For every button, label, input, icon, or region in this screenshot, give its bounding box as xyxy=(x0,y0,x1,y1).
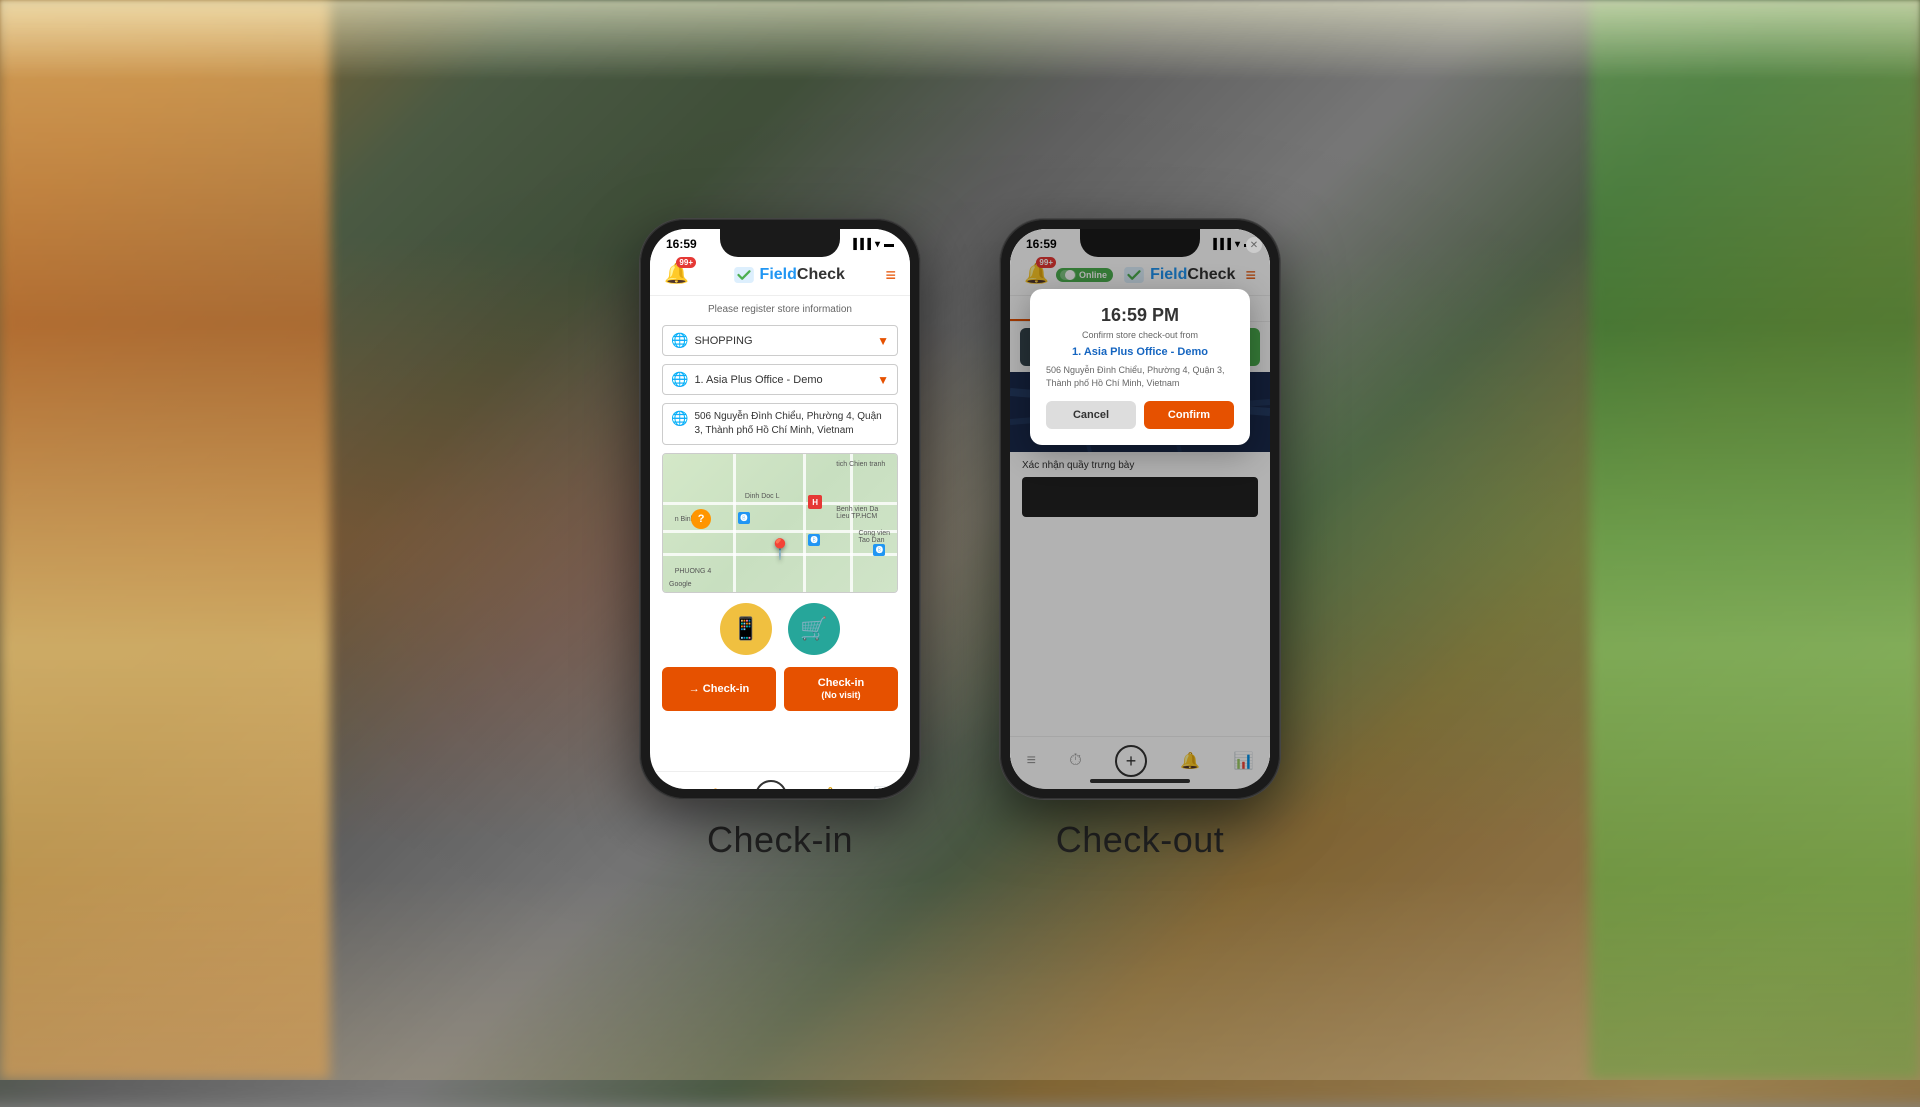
dropdown-arrow-1: ▼ xyxy=(877,334,889,348)
wifi-icon-checkin: ▾ xyxy=(875,239,880,250)
map-bg: tich Chien tranh Dinh Doc L n Binh Dan B… xyxy=(663,454,897,592)
checkin-nv-label: Check-in(No visit) xyxy=(818,677,864,701)
app-logo-text-checkin: FieldCheck xyxy=(760,266,845,284)
nav-list-checkin[interactable]: ≡ xyxy=(667,787,676,789)
checkout-modal: ✕ 16:59 PM Confirm store check-out from … xyxy=(1030,289,1250,445)
map-question-marker: ? xyxy=(691,509,711,529)
google-label: Google xyxy=(669,581,692,588)
address-text: 506 Nguyễn Đình Chiểu, Phường 4, Quận 3,… xyxy=(694,410,889,438)
modal-address: 506 Nguyễn Đình Chiểu, Phường 4, Quận 3,… xyxy=(1046,364,1234,389)
checkin-no-visit-button[interactable]: Check-in(No visit) xyxy=(784,667,898,711)
nav-clock-checkin[interactable]: ⏱ xyxy=(709,787,721,789)
nav-plus-checkin[interactable]: + xyxy=(755,780,787,789)
checkout-phone-wrapper: 16:59 ▐▐▐ ▾ ▬ 🔔 99+ xyxy=(1000,219,1280,861)
app-header-checkin: 🔔 99+ FieldCheck ≡ xyxy=(650,255,910,296)
checkin-screen-content: Please register store information 🌐 SHOP… xyxy=(650,296,910,789)
status-icons-checkin: ▐▐▐ ▾ ▬ xyxy=(850,239,894,250)
register-text: Please register store information xyxy=(662,304,898,315)
road-v1 xyxy=(733,454,736,592)
checkin-iphone: 16:59 ▐▐▐ ▾ ▬ 🔔 99+ xyxy=(640,219,920,799)
globe-icon-2: 🌐 xyxy=(671,371,688,388)
road-v3 xyxy=(850,454,853,592)
map-marker-b2: 🅑 xyxy=(808,534,820,546)
dropdown-store[interactable]: 🌐 1. Asia Plus Office - Demo ▼ xyxy=(662,364,898,395)
dropdown-arrow-2: ▼ xyxy=(877,373,889,387)
selfie-camera-icon[interactable]: 📱 xyxy=(720,603,772,655)
checkin-button[interactable]: → Check-in xyxy=(662,667,776,711)
map-label-park: Cong vienTao Dan xyxy=(858,530,890,544)
modal-subtitle: Confirm store check-out from xyxy=(1046,330,1234,340)
modal-close-button[interactable]: ✕ xyxy=(1246,237,1262,253)
hamburger-menu-checkin[interactable]: ≡ xyxy=(885,265,896,286)
map-label-phuong: PHUONG 4 xyxy=(675,568,712,575)
modal-store-name: 1. Asia Plus Office - Demo xyxy=(1046,346,1234,358)
globe-icon-1: 🌐 xyxy=(671,332,688,349)
notch-checkin xyxy=(720,229,840,257)
map-container-checkin: tich Chien tranh Dinh Doc L n Binh Dan B… xyxy=(662,453,898,593)
globe-icon-3: 🌐 xyxy=(671,410,688,427)
hospital-marker: H xyxy=(808,495,822,509)
checkin-main-content: Please register store information 🌐 SHOP… xyxy=(650,296,910,771)
dropdown-category-text: SHOPPING xyxy=(694,335,871,347)
nav-chart-checkin[interactable]: 📊 xyxy=(873,786,893,789)
road-v2 xyxy=(803,454,806,592)
battery-icon-checkin: ▬ xyxy=(884,239,894,250)
modal-cancel-button[interactable]: Cancel xyxy=(1046,401,1136,429)
checkout-modal-overlay: ✕ 16:59 PM Confirm store check-out from … xyxy=(1010,229,1270,789)
map-label-hosp: Benh vien DaLieu TP.HCM xyxy=(836,506,878,520)
map-marker-b3: 🅑 xyxy=(873,544,885,556)
signal-icon-checkin: ▐▐▐ xyxy=(850,239,871,250)
selfie-food-icon[interactable]: 🛒 xyxy=(788,603,840,655)
selfie-icons-row: 📱 🛒 xyxy=(662,603,898,655)
dropdown-category[interactable]: 🌐 SHOPPING ▼ xyxy=(662,325,898,356)
checkout-label: Check-out xyxy=(1056,819,1225,861)
map-pin: 📍 xyxy=(768,537,793,562)
bottom-nav-checkin: ≡ ⏱ + 🔔 📊 xyxy=(650,771,910,789)
road-h1 xyxy=(663,502,897,505)
time-checkin: 16:59 xyxy=(666,237,697,251)
map-label-2: Dinh Doc L xyxy=(745,493,780,500)
nav-bell-checkin[interactable]: 🔔 xyxy=(820,786,840,789)
address-box: 🌐 506 Nguyễn Đình Chiểu, Phường 4, Quận … xyxy=(662,403,898,445)
checkin-phone-wrapper: 16:59 ▐▐▐ ▾ ▬ 🔔 99+ xyxy=(640,219,920,861)
checkin-screen: 16:59 ▐▐▐ ▾ ▬ 🔔 99+ xyxy=(650,229,910,789)
checkin-buttons-row: → Check-in Check-in(No visit) xyxy=(662,667,898,711)
checkin-label: Check-in xyxy=(707,819,853,861)
checkout-screen: 16:59 ▐▐▐ ▾ ▬ 🔔 99+ xyxy=(1010,229,1270,789)
map-marker-b1: 🅑 xyxy=(738,512,750,524)
checkout-iphone: 16:59 ▐▐▐ ▾ ▬ 🔔 99+ xyxy=(1000,219,1280,799)
dropdown-store-text: 1. Asia Plus Office - Demo xyxy=(694,374,871,386)
map-label-1: tich Chien tranh xyxy=(836,461,885,468)
app-logo-checkin: FieldCheck xyxy=(733,264,845,286)
modal-confirm-button[interactable]: Confirm xyxy=(1144,401,1234,429)
modal-buttons: Cancel Confirm xyxy=(1046,401,1234,429)
modal-time: 16:59 PM xyxy=(1046,305,1234,326)
notification-bell-checkin[interactable]: 🔔 99+ xyxy=(664,261,692,289)
fieldcheck-logo-icon-checkin xyxy=(733,264,755,286)
badge-count-checkin: 99+ xyxy=(676,257,696,268)
